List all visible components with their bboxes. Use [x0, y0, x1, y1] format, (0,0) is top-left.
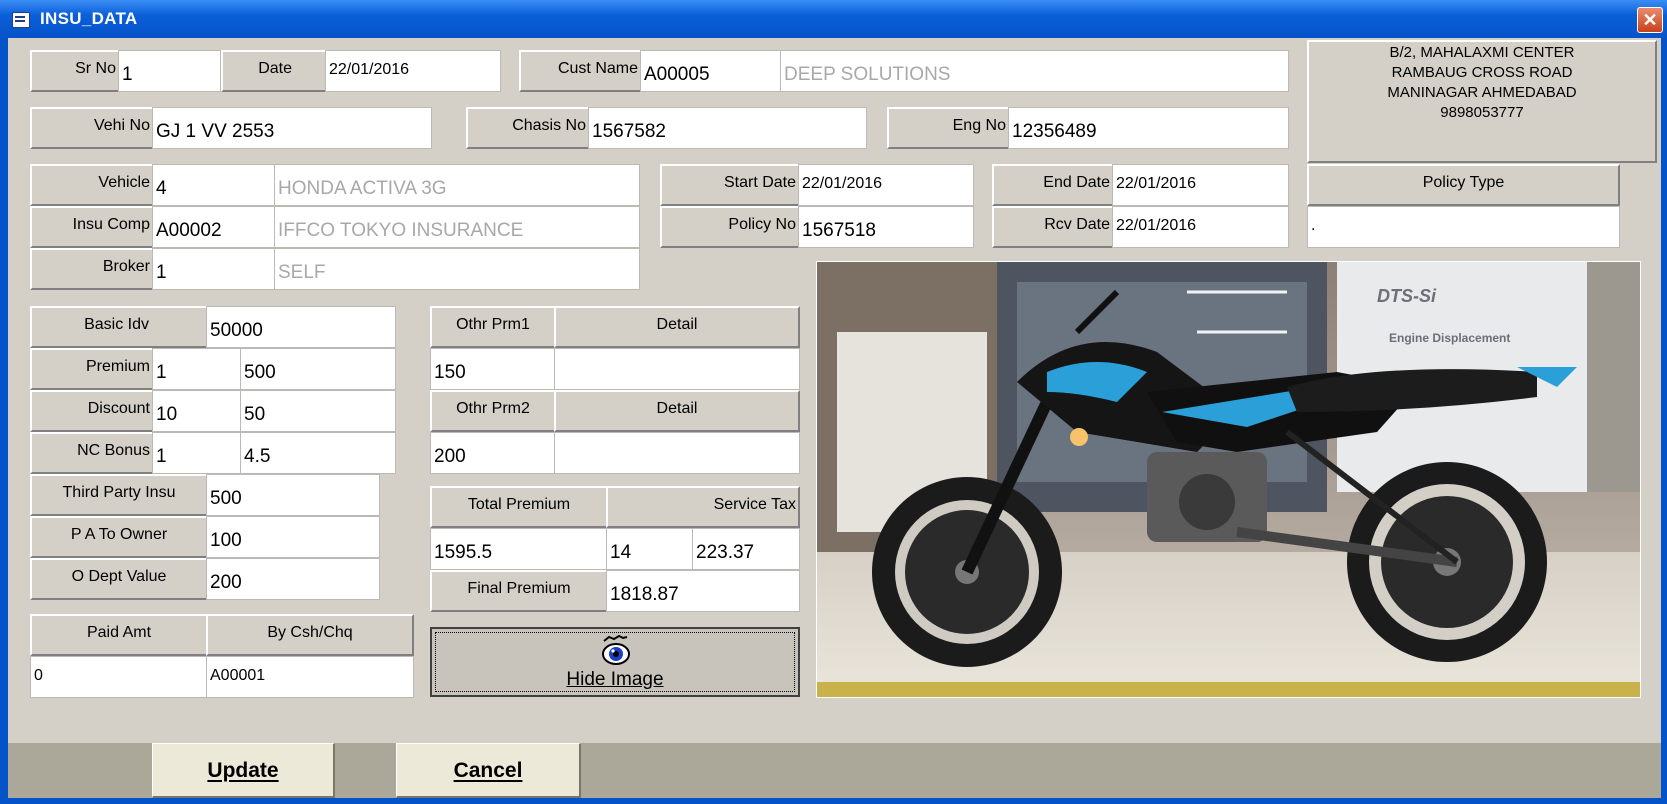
vehicle-code-field[interactable]: 4 [152, 164, 276, 206]
update-button[interactable]: Update [152, 743, 335, 798]
nc-bonus-amt-field[interactable]: 4.5 [240, 432, 396, 474]
paid-amt-label: Paid Amt [30, 614, 208, 656]
othr-prm1-field[interactable]: 150 [430, 348, 556, 390]
svg-text:Engine Displacement: Engine Displacement [1389, 331, 1510, 345]
cust-name-label: Cust Name [519, 50, 642, 92]
othr-prm2-field[interactable]: 200 [430, 432, 556, 474]
pa-owner-field[interactable]: 100 [206, 516, 380, 558]
window-frame-right [1661, 38, 1667, 804]
close-button[interactable]: ✕ [1637, 7, 1663, 33]
cust-code-field[interactable]: A00005 [640, 50, 782, 92]
detail2-field[interactable] [554, 432, 800, 474]
othr-prm2-label: Othr Prm2 [430, 390, 556, 432]
title-bar: INSU_DATA ✕ [0, 0, 1667, 38]
motorcycle-image: DTS-Si Engine Displacement 4 stroke [817, 262, 1640, 697]
hide-image-label: Hide Image [432, 669, 798, 691]
final-premium-field[interactable]: 1818.87 [606, 570, 800, 612]
total-premium-field[interactable]: 1595.5 [430, 528, 608, 570]
form-icon [12, 12, 30, 28]
eng-no-label: Eng No [887, 107, 1010, 149]
end-date-label: End Date [992, 164, 1114, 206]
insu-comp-label: Insu Comp [30, 206, 154, 248]
final-premium-label: Final Premium [430, 570, 608, 612]
start-date-field[interactable]: 22/01/2016 [798, 164, 974, 206]
basic-idv-field[interactable]: 50000 [206, 306, 396, 348]
address-line-3: MANINAGAR AHMEDABAD [1387, 84, 1577, 101]
policy-type-label: Policy Type [1307, 164, 1620, 206]
othr-prm1-label: Othr Prm1 [430, 306, 556, 348]
sr-no-field[interactable]: 1 [118, 50, 221, 92]
paid-amt-field[interactable]: 0 [30, 656, 208, 698]
third-party-field[interactable]: 500 [206, 474, 380, 516]
pa-owner-label: P A To Owner [30, 516, 208, 558]
by-cash-field[interactable]: A00001 [206, 656, 414, 698]
discount-amt-field[interactable]: 50 [240, 390, 396, 432]
detail1-field[interactable] [554, 348, 800, 390]
svg-text:DTS-Si: DTS-Si [1377, 286, 1437, 306]
date-field[interactable]: 22/01/2016 [325, 50, 501, 92]
window-frame-left [0, 38, 8, 804]
insu-comp-name-field[interactable]: IFFCO TOKYO INSURANCE [274, 206, 640, 248]
end-date-field[interactable]: 22/01/2016 [1112, 164, 1289, 206]
broker-label: Broker [30, 248, 154, 290]
rcv-date-field[interactable]: 22/01/2016 [1112, 206, 1289, 248]
vehi-no-label: Vehi No [30, 107, 154, 149]
address-line-2: RAMBAUG CROSS ROAD [1391, 64, 1573, 81]
premium-pct-field[interactable]: 1 [152, 348, 242, 390]
by-cash-label: By Csh/Chq [206, 614, 414, 656]
cust-name-field[interactable]: DEEP SOLUTIONS [780, 50, 1289, 92]
customer-address: B/2, MAHALAXMI CENTER RAMBAUG CROSS ROAD… [1307, 40, 1657, 163]
window-title: INSU_DATA [40, 9, 138, 28]
nc-bonus-label: NC Bonus [30, 432, 154, 474]
service-tax-pct-field[interactable]: 14 [606, 528, 694, 570]
chasis-no-label: Chasis No [466, 107, 590, 149]
address-line-1: B/2, MAHALAXMI CENTER [1389, 44, 1575, 61]
hide-image-button[interactable]: Hide Image [430, 627, 800, 697]
hide-image-text: Hide Image [566, 669, 664, 690]
policy-no-field[interactable]: 1567518 [798, 206, 974, 248]
vehicle-label: Vehicle [30, 164, 154, 206]
total-premium-label: Total Premium [430, 486, 608, 528]
service-tax-label: Service Tax [606, 486, 800, 528]
o-dept-label: O Dept Value [30, 558, 208, 600]
service-tax-amt-field[interactable]: 223.37 [692, 528, 800, 570]
policy-type-field[interactable]: . [1307, 206, 1620, 248]
date-label: Date [221, 50, 327, 92]
premium-label: Premium [30, 348, 154, 390]
detail1-label: Detail [554, 306, 800, 348]
eye-icon [602, 634, 630, 665]
insu-data-window: INSU_DATA ✕ Sr No 1 Date 22/01/2016 Cust… [0, 0, 1667, 804]
broker-name-field[interactable]: SELF [274, 248, 640, 290]
rcv-date-label: Rcv Date [992, 206, 1114, 248]
eng-no-field[interactable]: 12356489 [1008, 107, 1289, 149]
detail2-label: Detail [554, 390, 800, 432]
chasis-no-field[interactable]: 1567582 [588, 107, 867, 149]
window-frame-bottom [0, 798, 1667, 804]
policy-no-label: Policy No [660, 206, 800, 248]
discount-pct-field[interactable]: 10 [152, 390, 242, 432]
basic-idv-label: Basic Idv [30, 306, 208, 348]
cancel-button[interactable]: Cancel [396, 743, 581, 798]
third-party-label: Third Party Insu [30, 474, 208, 516]
broker-code-field[interactable]: 1 [152, 248, 276, 290]
vehi-no-field[interactable]: GJ 1 VV 2553 [152, 107, 432, 149]
o-dept-field[interactable]: 200 [206, 558, 380, 600]
premium-amt-field[interactable]: 500 [240, 348, 396, 390]
address-phone: 9898053777 [1440, 104, 1524, 121]
insu-comp-code-field[interactable]: A00002 [152, 206, 276, 248]
discount-label: Discount [30, 390, 154, 432]
sr-no-label: Sr No [30, 50, 120, 92]
start-date-label: Start Date [660, 164, 800, 206]
vehicle-name-field[interactable]: HONDA ACTIVA 3G [274, 164, 640, 206]
vehicle-photo: DTS-Si Engine Displacement 4 stroke [816, 261, 1641, 698]
nc-bonus-pct-field[interactable]: 1 [152, 432, 242, 474]
